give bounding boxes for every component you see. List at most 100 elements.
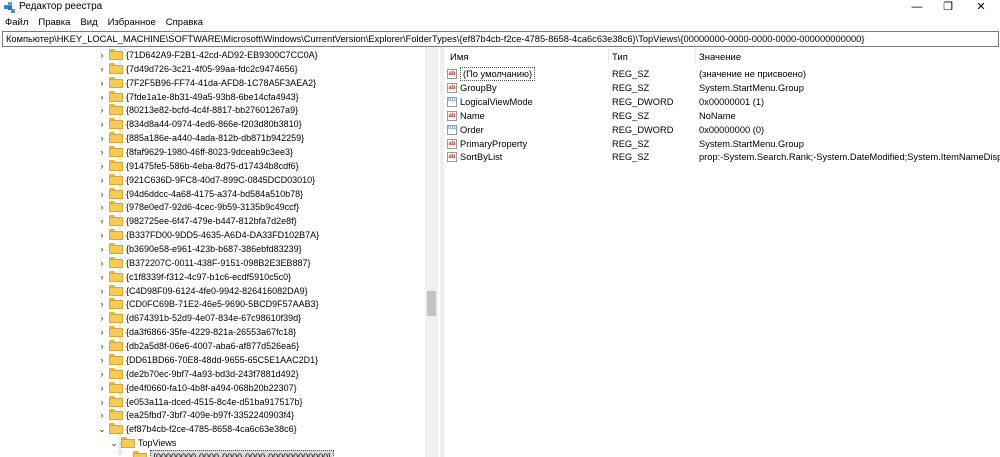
- tree-item[interactable]: › {de2b70ec-9bf7-4a93-bd3d-243f7881d492}: [0, 367, 425, 381]
- value-row[interactable]: ab PrimaryProperty REG_SZ System.StartMenu.…: [445, 137, 1000, 151]
- column-divider[interactable]: [695, 49, 696, 63]
- folder-icon: [109, 118, 123, 130]
- collapsed-arrow-icon[interactable]: ›: [98, 284, 106, 298]
- collapsed-arrow-icon[interactable]: ›: [98, 339, 106, 353]
- collapsed-arrow-icon[interactable]: ›: [98, 256, 106, 270]
- tree-item-label: {982725ee-6f47-479e-b447-812bfa7d2e8f}: [126, 216, 297, 227]
- window-title: Редактор реестра: [19, 1, 103, 12]
- value-name: PrimaryProperty: [460, 138, 528, 149]
- collapsed-arrow-icon[interactable]: ›: [98, 228, 106, 242]
- expanded-arrow-icon[interactable]: ⌄: [110, 436, 118, 450]
- collapsed-arrow-icon[interactable]: ›: [98, 353, 106, 367]
- tree-item[interactable]: › {834d8a44-0974-4ed6-866e-f203d80b3810}: [0, 117, 425, 131]
- menu-file[interactable]: Файл: [0, 15, 33, 28]
- collapsed-arrow-icon[interactable]: ›: [98, 270, 106, 284]
- folder-icon: [109, 62, 123, 74]
- collapsed-arrow-icon[interactable]: ›: [98, 131, 106, 145]
- menu-bar: Файл Правка Вид Избранное Справка: [0, 15, 1000, 31]
- value-row[interactable]: 011 110Order REG_DWORD 0x00000000 (0): [445, 123, 1000, 137]
- column-header-value[interactable]: Значение: [699, 52, 741, 63]
- collapsed-arrow-icon[interactable]: ›: [98, 117, 106, 131]
- collapsed-arrow-icon[interactable]: ›: [98, 214, 106, 228]
- collapsed-arrow-icon[interactable]: ›: [98, 242, 106, 256]
- value-row[interactable]: 011 110LogicalViewMode REG_DWORD 0x0000000…: [445, 95, 1000, 109]
- tree-scrollbar-thumb[interactable]: [427, 291, 436, 316]
- maximize-button[interactable]: ❐: [933, 0, 963, 15]
- collapsed-arrow-icon[interactable]: ›: [98, 311, 106, 325]
- menu-view[interactable]: Вид: [75, 15, 102, 28]
- tree-item-label: {7F2F5B96-FF74-41da-AFD8-1C78A5F3AEA2}: [126, 77, 317, 88]
- collapsed-arrow-icon[interactable]: ›: [98, 367, 106, 381]
- collapsed-arrow-icon[interactable]: ›: [98, 173, 106, 187]
- close-button[interactable]: ✕: [966, 0, 996, 15]
- tree-item-expanded[interactable]: ⌄ {ef87b4cb-f2ce-4785-8658-4ca6c63e38c6}: [0, 422, 425, 436]
- tree-item[interactable]: › {7F2F5B96-FF74-41da-AFD8-1C78A5F3AEA2}: [0, 76, 425, 90]
- collapsed-arrow-icon[interactable]: ›: [98, 90, 106, 104]
- collapsed-arrow-icon[interactable]: ›: [98, 76, 106, 90]
- tree-item-topviews[interactable]: ⌄ TopViews: [0, 436, 425, 450]
- tree-scrollbar[interactable]: [425, 47, 438, 457]
- collapsed-arrow-icon[interactable]: ›: [98, 297, 106, 311]
- dword-value-icon: 011 110: [447, 96, 457, 107]
- tree-item[interactable]: › {da3f6866-35fe-4229-821a-26553a67fc18}: [0, 325, 425, 339]
- tree-item-selected[interactable]: {00000000-0000-0000-0000-000000000000}: [0, 449, 425, 457]
- tree-item[interactable]: › {885a186e-a440-4ada-812b-db871b942259}: [0, 131, 425, 145]
- column-header-type[interactable]: Тип: [612, 52, 628, 63]
- collapsed-arrow-icon[interactable]: ›: [98, 325, 106, 339]
- tree-item-label: {de2b70ec-9bf7-4a93-bd3d-243f7881d492}: [126, 368, 299, 379]
- collapsed-arrow-icon[interactable]: ›: [98, 103, 106, 117]
- value-row[interactable]: ab Name REG_SZ NoName: [445, 109, 1000, 123]
- value-data: (значение не присвоено): [699, 69, 807, 79]
- tree-item[interactable]: › {ea25fbd7-3bf7-409e-b97f-3352240903f4}: [0, 408, 425, 422]
- menu-favorites[interactable]: Избранное: [103, 15, 161, 28]
- tree-item[interactable]: › {978e0ed7-92d6-4cec-9b59-3135b9c49ccf}: [0, 200, 425, 214]
- tree-item[interactable]: › {B372207C-0011-438F-9151-098B2E3EB887}: [0, 256, 425, 270]
- tree-item[interactable]: › {db2a5d8f-06e6-4007-aba6-af877d526ea6}: [0, 339, 425, 353]
- collapsed-arrow-icon[interactable]: ›: [98, 62, 106, 76]
- collapsed-arrow-icon[interactable]: ›: [98, 395, 106, 409]
- tree-item[interactable]: › {c1f8339f-f312-4c97-b1c6-ecdf5910c5c0}: [0, 270, 425, 284]
- tree-item[interactable]: › {71D642A9-F2B1-42cd-AD92-EB9300C7CC0A}: [0, 48, 425, 62]
- collapsed-arrow-icon[interactable]: ›: [98, 381, 106, 395]
- registry-tree[interactable]: › {71D642A9-F2B1-42cd-AD92-EB9300C7CC0A} ›…: [0, 47, 440, 457]
- tree-item[interactable]: › {80213e82-bcfd-4c4f-8817-bb27601267a9}: [0, 103, 425, 117]
- tree-item[interactable]: › {7d49d726-3c21-4f05-99aa-fdc2c9474656}: [0, 62, 425, 76]
- minimize-button[interactable]: —: [902, 0, 932, 15]
- pane-splitter[interactable]: [440, 47, 444, 457]
- tree-item-label: {71D642A9-F2B1-42cd-AD92-EB9300C7CC0A}: [126, 50, 318, 60]
- tree-item[interactable]: › {DD61BD66-70E8-48dd-9655-65C5E1AAC2D1}: [0, 353, 425, 367]
- collapsed-arrow-icon[interactable]: ›: [98, 187, 106, 201]
- address-bar[interactable]: Компьютер\HKEY_LOCAL_MACHINE\SOFTWARE\Mi…: [2, 31, 999, 47]
- tree-item[interactable]: › {94d6ddcc-4a68-4175-a374-bd584a510b78}: [0, 187, 425, 201]
- tree-item[interactable]: › {b3690e58-e961-423b-b687-386ebfd83239}: [0, 242, 425, 256]
- tree-item[interactable]: › {B337FD00-9DD5-4635-A6D4-DA33FD102B7A}: [0, 228, 425, 242]
- expanded-arrow-icon[interactable]: ⌄: [98, 422, 106, 436]
- collapsed-arrow-icon[interactable]: ›: [98, 159, 106, 173]
- tree-item[interactable]: › {de4f0660-fa10-4b8f-a494-068b20b22307}: [0, 381, 425, 395]
- value-row[interactable]: ab SortByList REG_SZ prop:-System.Search.Ra…: [445, 150, 1000, 164]
- menu-help[interactable]: Справка: [161, 15, 208, 28]
- column-header-name[interactable]: Имя: [450, 52, 469, 63]
- column-divider[interactable]: [608, 49, 609, 63]
- folder-icon: [109, 76, 123, 88]
- collapsed-arrow-icon[interactable]: ›: [98, 200, 106, 214]
- value-row[interactable]: ab (По умолчанию) REG_SZ (значение не присв…: [445, 67, 1000, 81]
- tree-item[interactable]: › {7fde1a1e-8b31-49a5-93b8-6be14cfa4943}: [0, 90, 425, 104]
- value-data: 0x00000000 (0): [699, 124, 765, 135]
- tree-item[interactable]: › {d674391b-52d9-4e07-834e-67c98610f39d}: [0, 311, 425, 325]
- tree-item[interactable]: › {8faf9629-1980-46ff-8023-9dceab9c3ee3}: [0, 145, 425, 159]
- tree-item[interactable]: › {CD0FC69B-71E2-46e5-9690-5BCD9F57AAB3}: [0, 297, 425, 311]
- value-row[interactable]: ab GroupBy REG_SZ System.StartMenu.Group: [445, 81, 1000, 95]
- menu-edit[interactable]: Правка: [33, 15, 75, 28]
- folder-icon: [109, 353, 123, 365]
- tree-item[interactable]: › {921C636D-9FC8-40d7-899C-0845DCD03010}: [0, 173, 425, 187]
- values-list[interactable]: Имя Тип Значение ab (По умолчанию) REG_SZ(…: [445, 47, 1000, 457]
- collapsed-arrow-icon[interactable]: ›: [98, 48, 106, 62]
- collapsed-arrow-icon[interactable]: ›: [98, 145, 106, 159]
- tree-item[interactable]: › {C4D98F09-6124-4fe0-9942-826416082DA9}: [0, 284, 425, 298]
- value-name: SortByList: [460, 152, 503, 163]
- tree-item[interactable]: › {91475fe5-586b-4eba-8d75-d17434b8cdf6}: [0, 159, 425, 173]
- tree-item[interactable]: › {e053a11a-dced-4515-8c4e-d51ba917517b}: [0, 395, 425, 409]
- tree-item[interactable]: › {982725ee-6f47-479e-b447-812bfa7d2e8f}: [0, 214, 425, 228]
- collapsed-arrow-icon[interactable]: ›: [98, 408, 106, 422]
